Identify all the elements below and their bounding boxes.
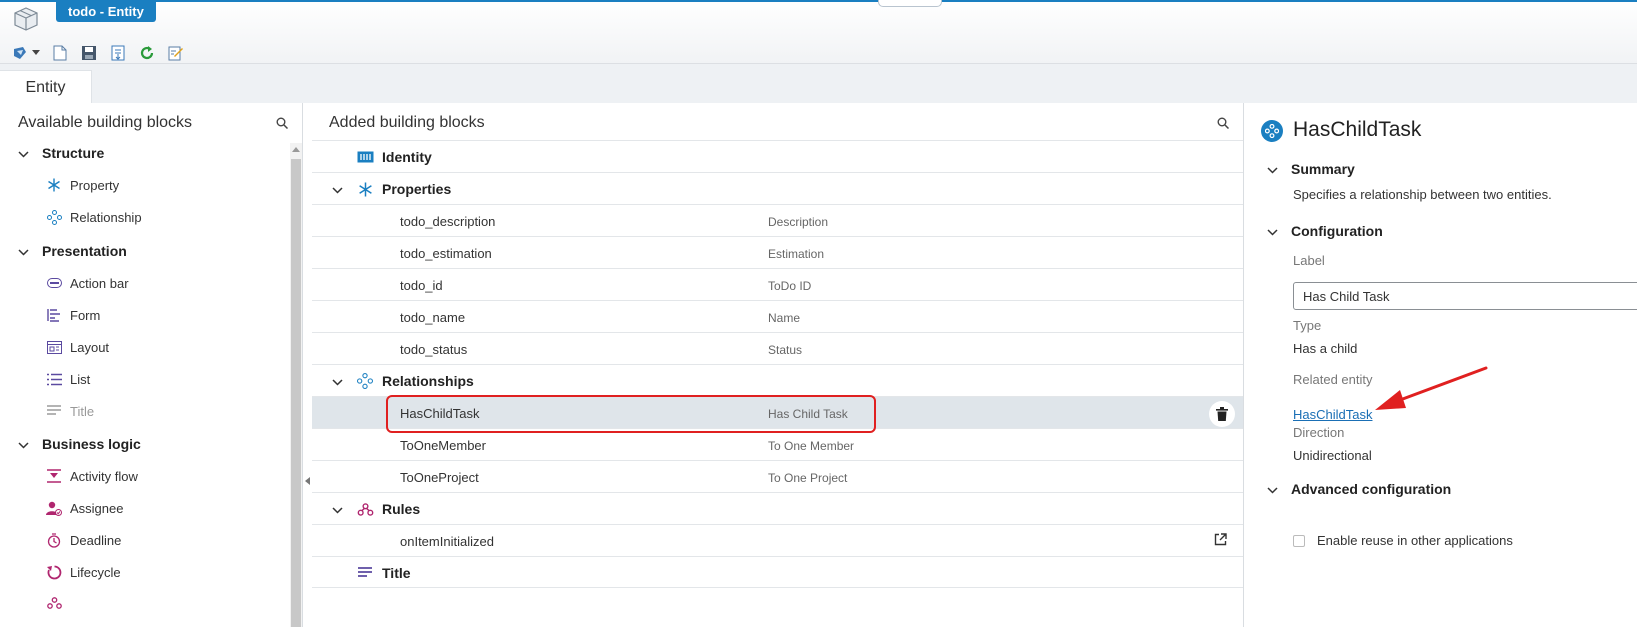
relationship-icon	[1261, 120, 1283, 142]
available-building-blocks-panel: Available building blocks Structure Prop…	[0, 103, 303, 627]
chevron-down-icon	[1267, 223, 1281, 239]
window-tab[interactable]: todo - Entity	[56, 1, 156, 22]
summary-text: Specifies a relationship between two ent…	[1293, 187, 1552, 202]
block-property[interactable]: Property	[46, 177, 119, 193]
tab-bar: Entity	[0, 64, 1637, 103]
table-row[interactable]: ToOneProject To One Project	[312, 460, 1243, 492]
chevron-down-icon	[332, 374, 343, 389]
assignee-icon	[46, 500, 62, 516]
chevron-down-icon	[332, 502, 343, 517]
direction-value: Unidirectional	[1293, 448, 1372, 463]
block-row-identity[interactable]: Identity	[312, 140, 1243, 172]
block-activity-flow[interactable]: Activity flow	[46, 468, 138, 484]
relationship-icon	[356, 373, 374, 389]
title-icon	[356, 565, 374, 581]
table-row[interactable]: todo_status Status	[312, 332, 1243, 364]
chevron-down-icon	[18, 145, 32, 161]
section-summary[interactable]: Summary	[1267, 161, 1355, 177]
reuse-checkbox-label: Enable reuse in other applications	[1317, 533, 1513, 548]
reuse-checkbox[interactable]	[1293, 535, 1305, 547]
tab-entity[interactable]: Entity	[0, 70, 92, 103]
block-rule-partial[interactable]	[46, 595, 70, 611]
asterisk-icon	[356, 181, 374, 197]
table-row[interactable]: todo_name Name	[312, 300, 1243, 332]
refresh-icon[interactable]	[137, 43, 157, 63]
list-icon	[46, 371, 62, 387]
block-list[interactable]: List	[46, 371, 90, 387]
table-row[interactable]: onItemInitialized	[312, 524, 1243, 556]
chevron-down-icon[interactable]	[31, 43, 41, 63]
group-presentation[interactable]: Presentation	[18, 243, 127, 259]
title-icon	[46, 403, 62, 419]
export-icon[interactable]	[108, 43, 128, 63]
group-business-logic[interactable]: Business logic	[18, 436, 141, 452]
type-value: Has a child	[1293, 341, 1358, 356]
identity-icon	[356, 149, 374, 165]
section-advanced-configuration[interactable]: Advanced configuration	[1267, 481, 1451, 497]
save-icon[interactable]	[79, 43, 99, 63]
rule-icon	[356, 501, 374, 517]
label-input[interactable]	[1293, 282, 1637, 310]
accent-line	[0, 0, 1637, 2]
scroll-up-arrow-icon[interactable]	[292, 147, 300, 152]
chevron-down-icon	[1267, 481, 1281, 497]
toolbar	[10, 43, 186, 63]
block-title[interactable]: Title	[46, 403, 94, 419]
chevron-down-icon	[332, 182, 343, 197]
trash-icon[interactable]	[1209, 401, 1235, 427]
table-row[interactable]: todo_estimation Estimation	[312, 236, 1243, 268]
added-building-blocks-panel: Added building blocks Identity Propertie…	[312, 103, 1244, 627]
edit-icon[interactable]	[166, 43, 186, 63]
panel-title: Available building blocks	[18, 114, 193, 131]
block-layout[interactable]: Layout	[46, 339, 109, 355]
activity-flow-icon	[46, 468, 62, 484]
group-row-relationships[interactable]: Relationships	[312, 364, 1243, 396]
rule-icon	[46, 595, 62, 611]
group-row-properties[interactable]: Properties	[312, 172, 1243, 204]
block-assignee[interactable]: Assignee	[46, 500, 123, 516]
panel-splitter[interactable]	[304, 103, 312, 627]
block-row-title[interactable]: Title	[312, 556, 1243, 588]
type-caption: Type	[1293, 318, 1322, 333]
external-link-icon[interactable]	[1214, 533, 1227, 549]
relationship-icon	[46, 209, 62, 225]
lifecycle-icon	[46, 564, 62, 580]
block-form[interactable]: Form	[46, 307, 100, 323]
block-relationship[interactable]: Relationship	[46, 209, 142, 225]
table-row[interactable]: todo_description Description	[312, 204, 1243, 236]
chevron-down-icon	[18, 436, 32, 452]
title-bar	[0, 0, 1637, 64]
deadline-icon	[46, 532, 62, 548]
annotation-arrow-icon	[1375, 366, 1488, 410]
layout-icon	[46, 339, 62, 355]
table-row[interactable]: todo_id ToDo ID	[312, 268, 1243, 300]
chevron-down-icon	[1267, 161, 1281, 177]
panel-title: Added building blocks	[329, 114, 485, 131]
search-icon[interactable]	[276, 117, 289, 132]
group-structure[interactable]: Structure	[18, 145, 104, 161]
block-title: HasChildTask	[1293, 118, 1422, 141]
chevron-down-icon	[18, 243, 32, 259]
highlight-annotation	[386, 395, 876, 433]
search-icon[interactable]	[1217, 117, 1230, 132]
scrollbar-thumb[interactable]	[291, 159, 301, 627]
asterisk-icon	[46, 177, 62, 193]
group-row-rules[interactable]: Rules	[312, 492, 1243, 524]
form-icon	[46, 307, 62, 323]
block-lifecycle[interactable]: Lifecycle	[46, 564, 121, 580]
related-entity-caption: Related entity	[1293, 372, 1373, 387]
related-entity-link[interactable]: HasChildTask	[1293, 407, 1372, 422]
collapse-left-arrow-icon[interactable]	[305, 477, 310, 485]
action-bar-icon	[46, 275, 62, 291]
section-configuration[interactable]: Configuration	[1267, 223, 1383, 239]
block-deadline[interactable]: Deadline	[46, 532, 121, 548]
new-document-icon[interactable]	[50, 43, 70, 63]
publish-icon[interactable]	[10, 43, 30, 63]
app-logo-icon	[12, 5, 40, 33]
direction-caption: Direction	[1293, 425, 1345, 440]
block-action-bar[interactable]: Action bar	[46, 275, 129, 291]
label-caption: Label	[1293, 253, 1325, 268]
top-handle[interactable]	[878, 0, 942, 7]
